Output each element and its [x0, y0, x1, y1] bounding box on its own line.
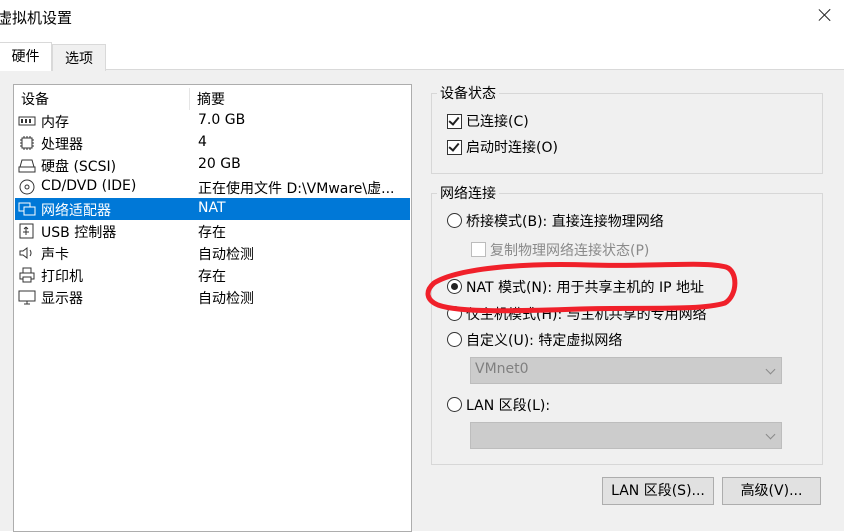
lan-segment-dropdown[interactable]	[470, 422, 782, 449]
connected-label[interactable]: 已连接(C)	[466, 111, 529, 131]
device-summary: 存在	[198, 269, 226, 285]
device-name: CD/DVD (IDE)	[41, 178, 137, 194]
device-name: 硬盘 (SCSI)	[41, 159, 117, 175]
device-name: 显示器	[41, 291, 83, 307]
device-summary: 自动检测	[198, 291, 254, 307]
usb-icon	[18, 223, 36, 239]
device-status-group	[431, 93, 823, 174]
hard-disk-icon	[18, 157, 36, 173]
device-name: 网络适配器	[41, 203, 111, 219]
lan-segment-radio[interactable]	[447, 397, 462, 412]
processor-icon	[18, 135, 36, 151]
connect-at-power-on-label[interactable]: 启动时连接(O)	[466, 137, 558, 157]
title-bar: 虚拟机设置	[0, 0, 844, 34]
lan-segments-button[interactable]: LAN 区段(S)...	[602, 477, 714, 505]
check-icon	[448, 114, 460, 126]
printer-icon	[18, 267, 36, 283]
device-name: 处理器	[41, 137, 83, 153]
device-name: 声卡	[41, 247, 69, 263]
device-row-usb[interactable]: USB 控制器 存在	[15, 220, 410, 242]
device-summary: 存在	[198, 225, 226, 241]
window-title: 虚拟机设置	[0, 9, 73, 27]
device-row-sound[interactable]: 声卡 自动检测	[15, 242, 410, 264]
column-divider[interactable]	[189, 88, 190, 110]
column-header-summary[interactable]: 摘要	[197, 89, 225, 109]
device-summary: 正在使用文件 D:\VMware\虚...	[198, 181, 395, 197]
device-status-title: 设备状态	[437, 83, 499, 103]
chevron-down-icon	[765, 429, 776, 440]
network-connection-title: 网络连接	[437, 183, 499, 203]
advanced-button[interactable]: 高级(V)...	[722, 477, 821, 505]
network-adapter-icon	[18, 201, 36, 217]
device-row-network-adapter[interactable]: 网络适配器 NAT	[15, 198, 410, 220]
lan-segment-label[interactable]: LAN 区段(L):	[466, 395, 550, 415]
close-icon[interactable]	[813, 3, 837, 27]
custom-network-value: VMnet0	[475, 361, 529, 377]
device-summary: 7.0 GB	[198, 112, 246, 128]
device-row-memory[interactable]: 内存 7.0 GB	[15, 110, 410, 132]
connect-at-power-on-checkbox[interactable]	[447, 140, 462, 155]
red-annotation-circle	[425, 261, 738, 314]
device-summary: NAT	[198, 200, 226, 216]
device-summary: 自动检测	[198, 247, 254, 263]
device-name: 打印机	[41, 269, 83, 285]
device-name: USB 控制器	[41, 225, 117, 241]
cd-dvd-icon	[18, 179, 36, 195]
bridged-radio[interactable]	[447, 213, 462, 228]
bridged-label[interactable]: 桥接模式(B): 直接连接物理网络	[466, 211, 664, 231]
device-row-processor[interactable]: 处理器 4	[15, 132, 410, 154]
device-row-display[interactable]: 显示器 自动检测	[15, 286, 410, 308]
device-summary: 4	[198, 134, 207, 150]
connected-checkbox[interactable]	[447, 114, 462, 129]
device-name: 内存	[41, 115, 69, 131]
device-row-hard-disk[interactable]: 硬盘 (SCSI) 20 GB	[15, 154, 410, 176]
custom-network-dropdown[interactable]: VMnet0	[470, 357, 782, 384]
check-icon	[448, 140, 460, 152]
sound-icon	[18, 245, 36, 261]
device-list[interactable]: 设备 摘要 内存 7.0 GB 处理器 4 硬盘 (SCSI) 20 GB CD…	[13, 84, 412, 532]
chevron-down-icon	[765, 364, 776, 375]
custom-radio[interactable]	[447, 332, 462, 347]
memory-icon	[18, 113, 36, 129]
tab-hardware[interactable]: 硬件	[0, 42, 52, 71]
custom-label[interactable]: 自定义(U): 特定虚拟网络	[466, 330, 622, 350]
column-header-device[interactable]: 设备	[21, 89, 49, 109]
display-icon	[18, 289, 36, 305]
device-summary: 20 GB	[198, 156, 241, 172]
device-row-printer[interactable]: 打印机 存在	[15, 264, 410, 286]
tab-options[interactable]: 选项	[52, 44, 106, 71]
device-row-cd-dvd[interactable]: CD/DVD (IDE) 正在使用文件 D:\VMware\虚...	[15, 176, 410, 198]
